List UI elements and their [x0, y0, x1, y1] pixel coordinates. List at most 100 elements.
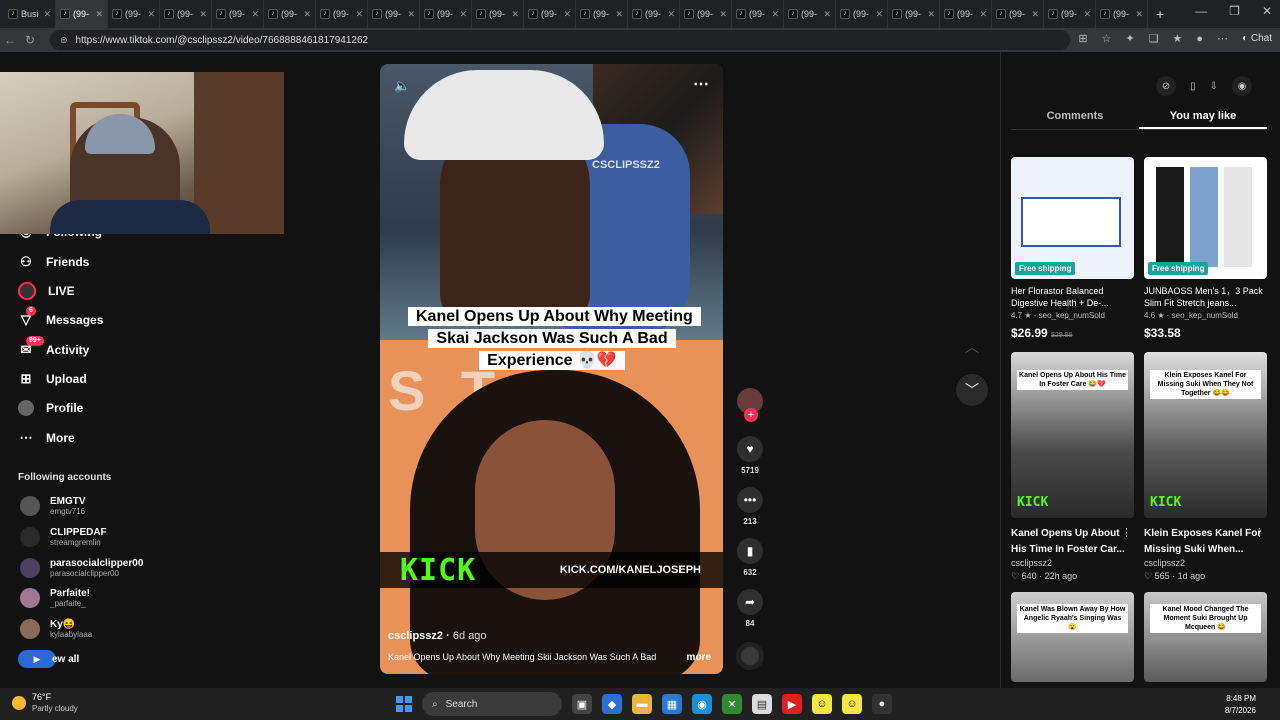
app-icon[interactable]: ●: [872, 694, 892, 714]
close-tab-icon[interactable]: ✕: [199, 9, 207, 20]
browser-tab[interactable]: ♪ (99- ✕: [524, 0, 576, 28]
collections-icon[interactable]: ❏: [1149, 32, 1159, 45]
xbox-icon[interactable]: ✕: [722, 694, 742, 714]
close-tab-icon[interactable]: ✕: [355, 9, 363, 20]
close-tab-icon[interactable]: ✕: [615, 9, 623, 20]
close-tab-icon[interactable]: ✕: [667, 9, 675, 20]
more-button[interactable]: more: [687, 652, 711, 663]
sidebar-item-friends[interactable]: ⚇ Friends: [18, 254, 89, 270]
comment-button[interactable]: •••: [737, 487, 763, 513]
close-tab-icon[interactable]: ✕: [251, 9, 259, 20]
weather-widget[interactable]: 76°F Partly cloudy: [12, 692, 78, 714]
browser-tab[interactable]: ♪ (99- ✕: [472, 0, 524, 28]
browser-tab[interactable]: ♪ (99- ✕: [160, 0, 212, 28]
save-button[interactable]: ▮: [737, 538, 763, 564]
browser-tab[interactable]: ♪ (99- ✕: [836, 0, 888, 28]
product-card[interactable]: Free shipping JUNBAOSS Men's 1，3 Pack Sl…: [1144, 157, 1267, 340]
extensions-icon[interactable]: ✦: [1125, 32, 1134, 45]
system-clock[interactable]: 8:48 PM 8/7/2026: [1225, 693, 1256, 717]
music-disc-icon[interactable]: [736, 642, 764, 670]
browser-tab[interactable]: ♪ (99- ✕: [56, 0, 108, 28]
favorites-bar-icon[interactable]: ★: [1173, 32, 1183, 45]
browser-tab[interactable]: ♪ (99- ✕: [888, 0, 940, 28]
share-button[interactable]: ➦: [737, 589, 763, 615]
copilot-icon[interactable]: ◆: [602, 694, 622, 714]
reload-icon[interactable]: ↻: [20, 33, 40, 47]
recommended-video-card[interactable]: Kanel Was Blown Away By How Angelic Ryaa…: [1011, 592, 1134, 682]
browser-tab[interactable]: ♪ (99- ✕: [1096, 0, 1148, 28]
browser-tab[interactable]: ♪ (99- ✕: [576, 0, 628, 28]
video-player[interactable]: CSCLIPSSZ2 S T O Kanel Opens Up About Wh…: [380, 64, 723, 674]
snapchat-icon[interactable]: ☺: [842, 694, 862, 714]
close-tab-icon[interactable]: ✕: [1083, 9, 1091, 20]
product-card[interactable]: Free shipping Her Florastor Balanced Dig…: [1011, 157, 1134, 340]
download-icon[interactable]: ⇩: [1210, 81, 1218, 92]
browser-tab[interactable]: ♪ (99- ✕: [316, 0, 368, 28]
link-icon[interactable]: ⊘: [1156, 76, 1177, 96]
minimize-icon[interactable]: —: [1195, 4, 1207, 18]
follow-plus-icon[interactable]: +: [744, 408, 758, 422]
apps-icon[interactable]: ⊞: [1078, 32, 1087, 45]
recommended-video-card[interactable]: Kanel Opens Up About His Time In Foster …: [1011, 352, 1134, 582]
url-field[interactable]: ⊜ https://www.tiktok.com/@csclipssz2/vid…: [50, 30, 1070, 50]
phone-icon[interactable]: ▯: [1190, 81, 1196, 92]
browser-tab[interactable]: ♪ (99- ✕: [264, 0, 316, 28]
next-video-button[interactable]: ﹀: [956, 374, 988, 406]
close-tab-icon[interactable]: ✕: [1135, 9, 1143, 20]
video-author[interactable]: csclipssz2 · 6d ago: [388, 630, 486, 642]
close-tab-icon[interactable]: ✕: [979, 9, 987, 20]
browser-tab[interactable]: ♪ Busi ✕: [4, 0, 56, 28]
creator-avatar[interactable]: +: [737, 388, 763, 422]
maximize-icon[interactable]: ❐: [1229, 4, 1240, 18]
close-tab-icon[interactable]: ✕: [303, 9, 311, 20]
browser-tab[interactable]: ♪ (99- ✕: [1044, 0, 1096, 28]
browser-tab[interactable]: ♪ (99- ✕: [108, 0, 160, 28]
browser-tab[interactable]: ♪ (99- ✕: [368, 0, 420, 28]
volume-icon[interactable]: 🔈: [394, 78, 410, 94]
close-tab-icon[interactable]: ✕: [43, 9, 51, 20]
sidebar-item-profile[interactable]: Profile: [18, 400, 83, 416]
sidebar-item-upload[interactable]: ⊞ Upload: [18, 371, 87, 387]
close-tab-icon[interactable]: ✕: [823, 9, 831, 20]
video-options-icon[interactable]: ⋮: [1121, 526, 1132, 539]
browser-profile-icon[interactable]: ●: [1196, 33, 1203, 45]
account-item[interactable]: Ky😝 kylaabylaaa: [20, 619, 92, 639]
favorite-icon[interactable]: ☆: [1102, 32, 1112, 45]
browser-tab[interactable]: ♪ (99- ✕: [212, 0, 264, 28]
close-tab-icon[interactable]: ✕: [407, 9, 415, 20]
edge-icon[interactable]: ◉: [692, 694, 712, 714]
browser-tab[interactable]: ♪ (99- ✕: [732, 0, 784, 28]
account-item[interactable]: parasocialclipper00 parasocialclipper00: [20, 558, 143, 578]
menu-icon[interactable]: ⋯: [1217, 32, 1228, 45]
sidebar-item-more[interactable]: ⋯ More: [18, 430, 75, 446]
previous-video-button[interactable]: ︿: [956, 331, 988, 363]
browser-tab[interactable]: ♪ (99- ✕: [680, 0, 732, 28]
browser-tab[interactable]: ♪ (99- ✕: [628, 0, 680, 28]
sidebar-item-activity[interactable]: ✉ 99+ Activity: [18, 336, 89, 358]
sidebar-item-live[interactable]: LIVE: [18, 282, 75, 300]
file-explorer-icon[interactable]: ▬: [632, 694, 652, 714]
snapchat-icon[interactable]: ☺: [812, 694, 832, 714]
store-icon[interactable]: ▦: [662, 694, 682, 714]
browser-tab[interactable]: ♪ (99- ✕: [992, 0, 1044, 28]
close-icon[interactable]: ✕: [1262, 4, 1272, 18]
browser-tab[interactable]: ♪ (99- ✕: [940, 0, 992, 28]
like-button[interactable]: ♥: [737, 436, 763, 462]
recommended-video-card[interactable]: Kanel Mood Changed The Moment Suki Broug…: [1144, 592, 1267, 682]
video-options-icon[interactable]: ⋯: [693, 74, 709, 94]
task-view-icon[interactable]: ▣: [572, 694, 592, 714]
browser-tab[interactable]: ♪ (99- ✕: [784, 0, 836, 28]
close-tab-icon[interactable]: ✕: [511, 9, 519, 20]
close-tab-icon[interactable]: ✕: [95, 9, 103, 20]
new-tab-icon[interactable]: +: [1156, 6, 1164, 22]
close-tab-icon[interactable]: ✕: [875, 9, 883, 20]
close-tab-icon[interactable]: ✕: [147, 9, 155, 20]
account-item[interactable]: Parfaite! _parfaite_: [20, 588, 90, 608]
account-item[interactable]: EMGTV emgtv716: [20, 496, 86, 516]
video-options-icon[interactable]: ⋮: [1254, 526, 1265, 539]
sidebar-item-messages[interactable]: ▽ 6 Messages: [18, 306, 103, 328]
close-tab-icon[interactable]: ✕: [771, 9, 779, 20]
close-tab-icon[interactable]: ✕: [459, 9, 467, 20]
tab-comments[interactable]: Comments: [1011, 104, 1139, 129]
back-icon[interactable]: ←: [0, 33, 20, 47]
